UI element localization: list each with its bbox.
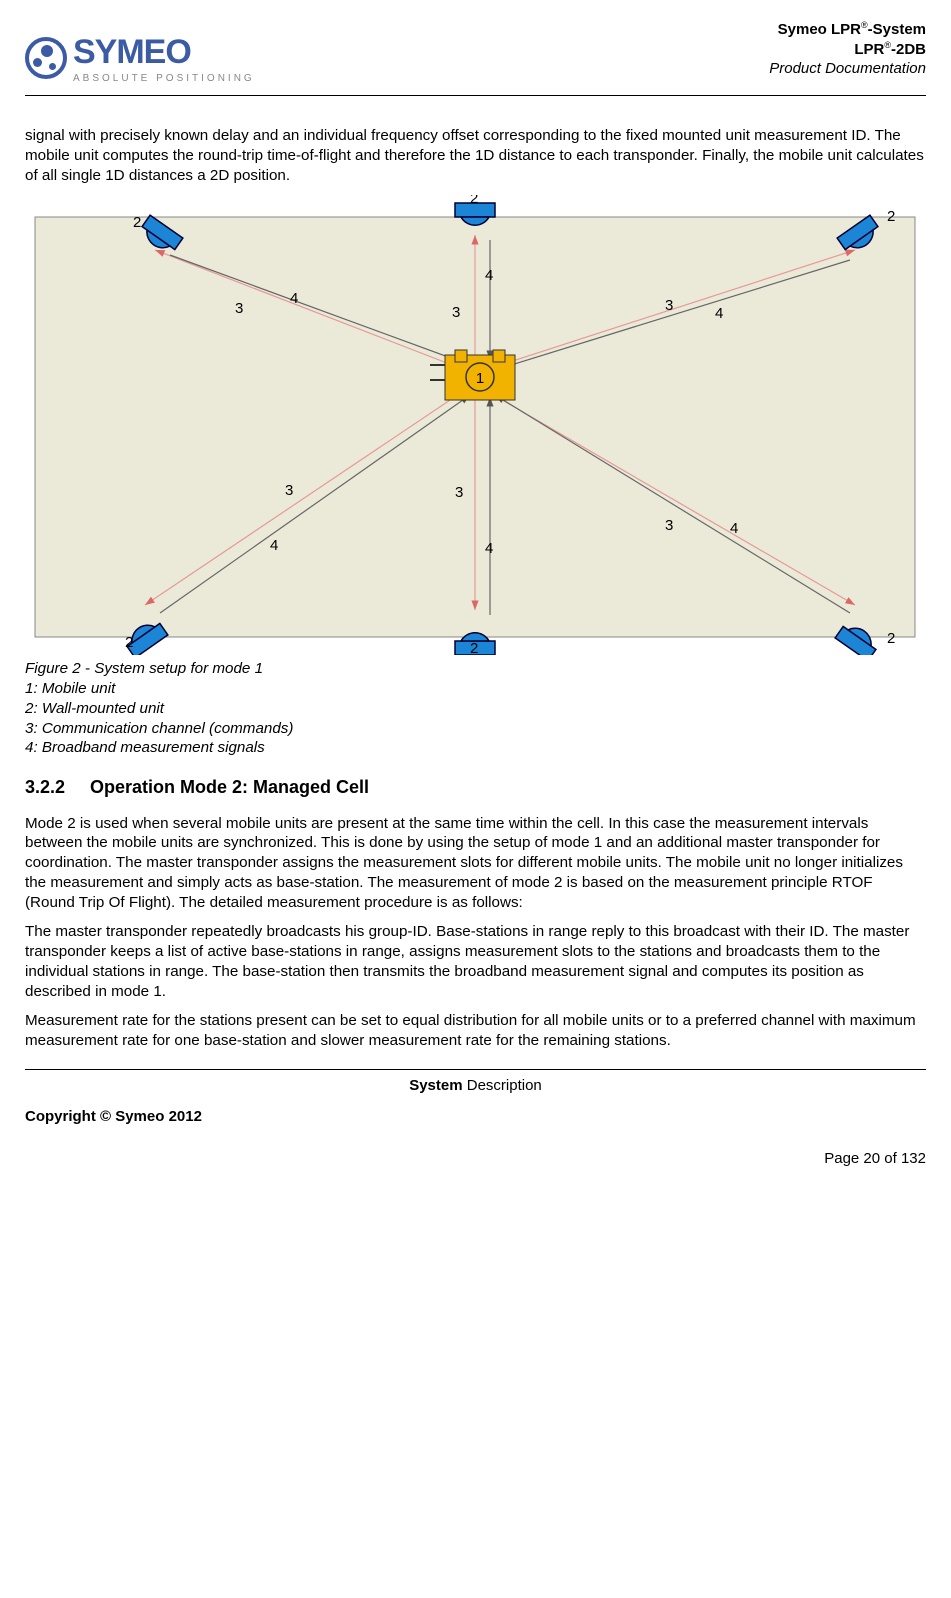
- figure-svg: 1 2 2 2 2: [25, 195, 925, 655]
- fig-caption-2: 2: Wall-mounted unit: [25, 699, 926, 719]
- svg-text:3: 3: [455, 484, 463, 501]
- logo-name: SYMEO: [73, 30, 255, 74]
- footer-center-bold: System: [409, 1077, 462, 1094]
- fig-caption-4: 4: Broadband measurement signals: [25, 738, 926, 758]
- svg-text:4: 4: [715, 305, 723, 322]
- logo-tagline: ABSOLUTE POSITIONING: [73, 72, 255, 85]
- meta-line2a: LPR: [854, 41, 884, 58]
- svg-text:4: 4: [730, 520, 738, 537]
- body-para4: Measurement rate for the stations presen…: [25, 1011, 926, 1051]
- svg-text:2: 2: [470, 195, 478, 207]
- fig-caption-3: 3: Communication channel (commands): [25, 719, 926, 739]
- logo: SYMEO ABSOLUTE POSITIONING: [25, 20, 255, 85]
- svg-text:2: 2: [887, 208, 895, 225]
- section-title: Operation Mode 2: Managed Cell: [90, 777, 369, 797]
- svg-text:2: 2: [470, 640, 478, 655]
- body-para1: signal with precisely known delay and an…: [25, 126, 926, 185]
- svg-text:1: 1: [476, 370, 484, 387]
- meta-line1b: -System: [868, 21, 926, 38]
- meta-line2b: -2DB: [891, 41, 926, 58]
- svg-text:2: 2: [887, 630, 895, 647]
- svg-text:4: 4: [485, 540, 493, 557]
- meta-line3: Product Documentation: [769, 59, 926, 79]
- figure-2: 1 2 2 2 2: [25, 195, 926, 655]
- svg-text:4: 4: [485, 267, 493, 284]
- svg-text:3: 3: [665, 517, 673, 534]
- svg-text:3: 3: [665, 297, 673, 314]
- body-para2: Mode 2 is used when several mobile units…: [25, 814, 926, 913]
- footer-page: Page 20 of 132: [25, 1149, 926, 1169]
- page-header: SYMEO ABSOLUTE POSITIONING Symeo LPR®-Sy…: [25, 20, 926, 91]
- svg-text:3: 3: [235, 300, 243, 317]
- section-heading: 3.2.2 Operation Mode 2: Managed Cell: [25, 776, 926, 799]
- fig-caption-title: Figure 2 - System setup for mode 1: [25, 659, 926, 679]
- section-number: 3.2.2: [25, 776, 85, 799]
- svg-text:3: 3: [452, 304, 460, 321]
- footer-rule: [25, 1069, 926, 1070]
- svg-text:3: 3: [285, 482, 293, 499]
- meta-line1a: Symeo LPR: [778, 21, 861, 38]
- doc-meta: Symeo LPR®-System LPR®-2DB Product Docum…: [769, 20, 926, 79]
- svg-text:2: 2: [125, 634, 133, 651]
- body-para3: The master transponder repeatedly broadc…: [25, 922, 926, 1001]
- logo-icon: [25, 37, 67, 79]
- svg-text:2: 2: [133, 214, 141, 231]
- header-rule: [25, 95, 926, 96]
- figure-caption: Figure 2 - System setup for mode 1 1: Mo…: [25, 659, 926, 758]
- footer-center: System Description: [25, 1076, 926, 1096]
- fig-caption-1: 1: Mobile unit: [25, 679, 926, 699]
- svg-text:4: 4: [290, 290, 298, 307]
- footer-copyright: Copyright © Symeo 2012: [25, 1107, 926, 1127]
- svg-text:4: 4: [270, 537, 278, 554]
- footer-center-rest: Description: [463, 1077, 542, 1094]
